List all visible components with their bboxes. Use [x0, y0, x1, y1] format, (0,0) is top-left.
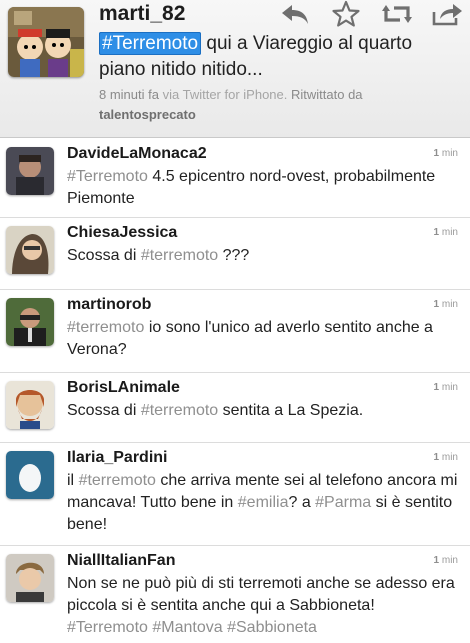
tweet-timeline: DavideLaMonaca2 1 min #Terremoto 4.5 epi…: [0, 139, 470, 643]
favorite-star-icon[interactable]: [329, 0, 363, 28]
tweet-text-fragment: Scossa di: [67, 402, 141, 419]
avatar[interactable]: [8, 7, 84, 77]
tweet-text-fragment: ???: [218, 247, 250, 264]
hashtag-link[interactable]: #terremoto: [79, 472, 156, 489]
tweet-row[interactable]: BorisLAnimale 1 min Scossa di #terremoto…: [0, 373, 470, 443]
tweet-username[interactable]: DavideLaMonaca2: [67, 145, 207, 163]
tweet-row[interactable]: DavideLaMonaca2 1 min #Terremoto 4.5 epi…: [0, 139, 470, 218]
hashtag-link[interactable]: #emilia: [238, 494, 289, 511]
tweet-text: il #terremoto che arriva mente sei al te…: [67, 470, 459, 536]
tweet-actions-bar: [278, 0, 470, 30]
tweet-text-fragment: sentita a La Spezia.: [218, 402, 364, 419]
tweet-time: 1 min: [433, 382, 458, 393]
tweet-username[interactable]: BorisLAnimale: [67, 379, 180, 397]
avatar[interactable]: [6, 226, 54, 274]
hashtag-link[interactable]: #Terremoto: [67, 168, 148, 185]
retweeted-by-label: Ritwittato da: [291, 87, 363, 102]
tweet-text-fragment: il: [67, 472, 79, 489]
hashtag-link[interactable]: #terremoto: [141, 247, 218, 264]
avatar[interactable]: [6, 147, 54, 195]
tweet-username[interactable]: martinorob: [67, 296, 151, 314]
hashtag-link[interactable]: #terremoto: [141, 402, 218, 419]
hashtag-link[interactable]: #Mantova: [152, 619, 222, 636]
tweet-time: 1 min: [433, 555, 458, 566]
hashtag-link[interactable]: #Terremoto: [67, 619, 148, 636]
default-egg-avatar[interactable]: [6, 451, 54, 499]
tweet-time: 1 min: [433, 227, 458, 238]
tweet-time: 1 min: [433, 148, 458, 159]
tweet-time: 1 min: [433, 452, 458, 463]
tweet-text-fragment: ? a: [288, 494, 316, 511]
tweet-text: Non se ne può più di sti terremoti anche…: [67, 573, 459, 639]
avatar[interactable]: [6, 381, 54, 429]
tweet-text: #terremoto io sono l'unico ad averlo sen…: [67, 317, 459, 361]
tweet-text: #Terremoto qui a Viareggio al quarto pia…: [99, 31, 459, 83]
tweet-meta: 8 minuti fa via Twitter for iPhone. Ritw…: [99, 85, 439, 125]
expanded-tweet-header: marti_82 #Terremoto qui a Viareggio al q…: [0, 0, 470, 138]
avatar[interactable]: [6, 298, 54, 346]
tweet-username[interactable]: Ilaria_Pardini: [67, 449, 168, 467]
tweet-text: #Terremoto 4.5 epicentro nord-ovest, pro…: [67, 166, 459, 210]
tweet-text-fragment: Scossa di: [67, 247, 141, 264]
reply-icon[interactable]: [278, 0, 312, 28]
retweeter-link[interactable]: talentosprecato: [99, 107, 196, 122]
selected-hashtag-link[interactable]: #Terremoto: [99, 32, 202, 55]
tweet-username[interactable]: NiallItalianFan: [67, 552, 175, 570]
hashtag-link[interactable]: #Parma: [315, 494, 371, 511]
share-icon[interactable]: [430, 0, 464, 28]
tweet-row[interactable]: martinorob 1 min #terremoto io sono l'un…: [0, 290, 470, 373]
tweet-row[interactable]: NiallItalianFan 1 min Non se ne può più …: [0, 546, 470, 643]
tweet-row[interactable]: Ilaria_Pardini 1 min il #terremoto che a…: [0, 443, 470, 546]
tweet-source[interactable]: via Twitter for iPhone.: [163, 87, 288, 102]
header-username[interactable]: marti_82: [99, 2, 185, 26]
tweet-row[interactable]: ChiesaJessica 1 min Scossa di #terremoto…: [0, 218, 470, 290]
hashtag-link[interactable]: #Sabbioneta: [227, 619, 317, 636]
tweet-time: 1 min: [433, 299, 458, 310]
hashtag-link[interactable]: #terremoto: [67, 319, 144, 336]
cartoon-avatar-image: [8, 7, 84, 77]
tweet-text: Scossa di #terremoto sentita a La Spezia…: [67, 400, 459, 422]
tweet-username[interactable]: ChiesaJessica: [67, 224, 177, 242]
tweet-timestamp: 8 minuti fa: [99, 87, 159, 102]
retweet-icon[interactable]: [380, 0, 414, 28]
tweet-text-fragment: Non se ne può più di sti terremoti anche…: [67, 575, 455, 614]
tweet-text: Scossa di #terremoto ???: [67, 245, 459, 267]
avatar[interactable]: [6, 554, 54, 602]
